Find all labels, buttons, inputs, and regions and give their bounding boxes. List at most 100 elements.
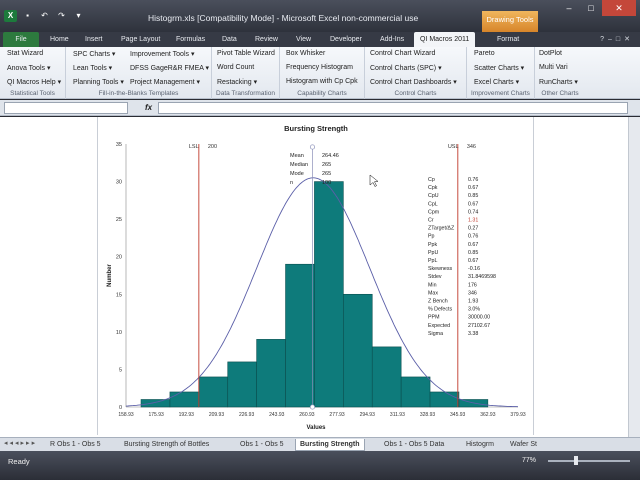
capability-value: 176 — [468, 282, 477, 288]
dotplot-button[interactable]: DotPlot — [539, 50, 562, 57]
vertical-scrollbar[interactable] — [628, 117, 640, 437]
improvement-tools-button[interactable]: Improvement Tools ▾ — [130, 50, 194, 58]
x-tick-label: 192.93 — [179, 412, 195, 418]
sheet-nav-arrows[interactable]: ◂◂◂▸▸▸ — [4, 439, 37, 447]
histogram-bar — [285, 263, 315, 408]
sheet-tab[interactable]: Obs 1 - Obs 5 Data — [384, 439, 444, 451]
ribbon-window-controls: ?–□✕ — [600, 35, 634, 43]
x-tick-label: 158.93 — [118, 412, 134, 418]
group-label: Improvement Charts — [471, 90, 530, 97]
group-label: Fill-in-the-Blanks Templates — [98, 90, 179, 97]
control-charts-spc-button[interactable]: Control Charts (SPC) ▾ — [370, 64, 442, 72]
planning-tools-button[interactable]: Planning Tools ▾ — [73, 78, 124, 86]
pivot-table-wizard-button[interactable]: Pivot Table Wizard — [217, 50, 275, 57]
ribbon: Stat Wizard Anova Tools ▾ QI Macros Help… — [0, 47, 640, 99]
close-icon[interactable]: ✕ — [602, 0, 636, 16]
runcharts-button[interactable]: RunCharts ▾ — [539, 78, 578, 86]
tab-data[interactable]: Data — [222, 32, 237, 47]
redo-icon[interactable]: ↷ — [55, 10, 68, 22]
histogram-bar — [314, 181, 344, 408]
tab-file[interactable]: File — [3, 32, 39, 47]
tab-view[interactable]: View — [296, 32, 311, 47]
sheet-tab[interactable]: Obs 1 - Obs 5 — [240, 439, 284, 451]
box-whisker-button[interactable]: Box Whisker — [286, 50, 325, 57]
restacking-button[interactable]: Restacking ▾ — [217, 78, 257, 86]
sheet-tab[interactable]: Bursting Strength of Bottles — [124, 439, 209, 451]
lean-tools-button[interactable]: Lean Tools ▾ — [73, 64, 112, 72]
undo-icon[interactable]: ↶ — [38, 10, 51, 22]
help-icon[interactable]: ? — [600, 36, 608, 43]
ribbon-minimize-icon[interactable]: – — [608, 36, 616, 43]
qi-macros-help-button[interactable]: QI Macros Help ▾ — [7, 78, 61, 86]
customize-qat-icon[interactable]: ▾ — [72, 10, 85, 22]
control-chart-dashboards-button[interactable]: Control Chart Dashboards ▾ — [370, 78, 457, 86]
frequency-histogram-button[interactable]: Frequency Histogram — [286, 64, 353, 71]
sheet-tab-active[interactable]: Bursting Strength — [295, 439, 365, 451]
y-tick-label: 20 — [116, 255, 122, 261]
capability-label: CpL — [428, 201, 438, 207]
tab-formulas[interactable]: Formulas — [176, 32, 205, 47]
stat-value: 265 — [322, 171, 331, 177]
zoom-slider[interactable] — [548, 460, 630, 462]
project-management-button[interactable]: Project Management ▾ — [130, 78, 200, 86]
capability-value: 0.85 — [468, 193, 478, 199]
tab-add-ins[interactable]: Add-Ins — [380, 32, 404, 47]
fx-icon[interactable]: fx — [145, 103, 152, 112]
ribbon-restore-icon[interactable]: □ — [616, 36, 624, 43]
mouse-cursor-icon — [369, 174, 379, 187]
sheet-tab[interactable]: R Obs 1 - Obs 5 — [50, 439, 101, 451]
capability-value: 0.67 — [468, 258, 478, 264]
histogram-chart[interactable]: Bursting Strength 0 5 10 15 20 25 30 35 158.93 175… — [98, 117, 535, 435]
worksheet[interactable]: Bursting Strength 0 5 10 15 20 25 30 35 158.93 175… — [0, 117, 640, 437]
word-count-button[interactable]: Word Count — [217, 64, 254, 71]
tab-review[interactable]: Review — [255, 32, 278, 47]
ribbon-close-icon[interactable]: ✕ — [624, 36, 634, 43]
tab-format[interactable]: Format — [497, 32, 519, 47]
zoom-level[interactable]: 77% — [522, 457, 536, 464]
formula-input[interactable] — [158, 102, 628, 114]
tab-developer[interactable]: Developer — [330, 32, 362, 47]
capability-label: PpU — [428, 250, 438, 256]
tab-insert[interactable]: Insert — [85, 32, 103, 47]
tab-home[interactable]: Home — [50, 32, 69, 47]
window-controls: – □ ✕ — [558, 0, 636, 16]
maximize-icon[interactable]: □ — [580, 0, 602, 16]
x-tick-label: 328.93 — [420, 412, 436, 418]
zoom-slider-thumb[interactable] — [574, 456, 578, 465]
excel-icon[interactable]: X — [4, 10, 17, 22]
capability-value: 3.0% — [468, 307, 480, 313]
histogram-cp-cpk-button[interactable]: Histogram with Cp Cpk — [286, 78, 358, 85]
tab-page-layout[interactable]: Page Layout — [121, 32, 160, 47]
excel-charts-button[interactable]: Excel Charts ▾ — [474, 78, 519, 86]
sheet-tabs: ◂◂◂▸▸▸ R Obs 1 - Obs 5 Bursting Strength… — [0, 437, 640, 451]
dfss-button[interactable]: DFSS GageR&R FMEA ▾ — [130, 64, 209, 72]
minimize-icon[interactable]: – — [558, 0, 580, 16]
stat-label: Mode — [290, 171, 304, 177]
spc-charts-button[interactable]: SPC Charts ▾ — [73, 50, 115, 58]
capability-value: 0.67 — [468, 201, 478, 207]
sheet-tab[interactable]: Histogrm — [466, 439, 494, 451]
capability-label: Cpk — [428, 185, 438, 191]
x-tick-label: 209.93 — [209, 412, 225, 418]
stat-wizard-button[interactable]: Stat Wizard — [7, 50, 43, 57]
control-chart-wizard-button[interactable]: Control Chart Wizard — [370, 50, 435, 57]
save-icon[interactable]: ▪ — [21, 10, 34, 22]
pareto-button[interactable]: Pareto — [474, 50, 495, 57]
capability-label: Min — [428, 282, 437, 288]
stat-value: 265 — [322, 162, 331, 168]
chart-area[interactable]: Bursting Strength 0 5 10 15 20 25 30 35 158.93 175… — [97, 117, 534, 435]
scatter-charts-button[interactable]: Scatter Charts ▾ — [474, 64, 524, 72]
anova-tools-button[interactable]: Anova Tools ▾ — [7, 64, 50, 72]
histogram-bar — [429, 391, 460, 408]
stat-label: Median — [290, 162, 308, 168]
name-box[interactable] — [4, 102, 128, 114]
histogram-bar — [227, 361, 257, 408]
x-tick-label: 311.93 — [390, 412, 405, 418]
capability-value: 346 — [468, 290, 477, 296]
multi-vari-button[interactable]: Multi Vari — [539, 64, 568, 71]
capability-label: Cpm — [428, 209, 440, 215]
tab-qi-macros[interactable]: QI Macros 2011 — [414, 32, 476, 47]
sheet-tab[interactable]: Wafer St — [510, 439, 537, 451]
histogram-bar — [400, 376, 431, 408]
capability-label: PpL — [428, 258, 437, 264]
